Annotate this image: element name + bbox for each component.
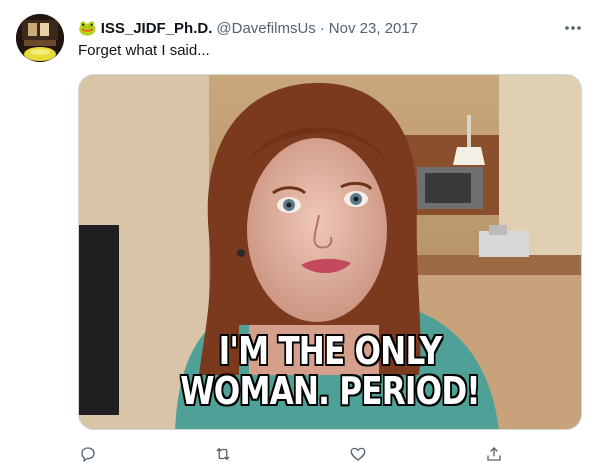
tweet-actions bbox=[78, 442, 582, 466]
meme-caption: I'M THE ONLY WOMAN. PERIOD! bbox=[124, 331, 536, 411]
like-icon bbox=[350, 447, 366, 461]
share-icon bbox=[487, 447, 501, 461]
reply-icon bbox=[81, 447, 95, 463]
more-icon bbox=[565, 26, 581, 30]
tweet-date[interactable]: Nov 23, 2017 bbox=[329, 20, 418, 37]
like-button[interactable] bbox=[346, 442, 370, 466]
tweet-media-image[interactable]: I'M THE ONLY WOMAN. PERIOD! bbox=[78, 74, 582, 430]
meme-caption-line-2: WOMAN. PERIOD! bbox=[180, 369, 480, 413]
avatar[interactable] bbox=[16, 14, 64, 62]
meme-caption-line-1: I'M THE ONLY bbox=[218, 329, 443, 373]
tweet: 🐸 ISS_JIDF_Ph.D. @DavefilmsUs · Nov 23, … bbox=[0, 0, 605, 475]
share-button[interactable] bbox=[482, 442, 506, 466]
more-options-button[interactable] bbox=[562, 18, 584, 38]
user-handle[interactable]: @DavefilmsUs bbox=[216, 20, 315, 37]
display-name[interactable]: ISS_JIDF_Ph.D. bbox=[101, 20, 213, 37]
reply-button[interactable] bbox=[76, 442, 100, 466]
tweet-header: 🐸 ISS_JIDF_Ph.D. @DavefilmsUs · Nov 23, … bbox=[78, 18, 418, 38]
tweet-text: Forget what I said... bbox=[78, 42, 210, 59]
separator-dot: · bbox=[319, 19, 325, 37]
retweet-icon bbox=[216, 447, 230, 461]
retweet-button[interactable] bbox=[211, 442, 235, 466]
frog-emoji-icon: 🐸 bbox=[78, 20, 97, 37]
